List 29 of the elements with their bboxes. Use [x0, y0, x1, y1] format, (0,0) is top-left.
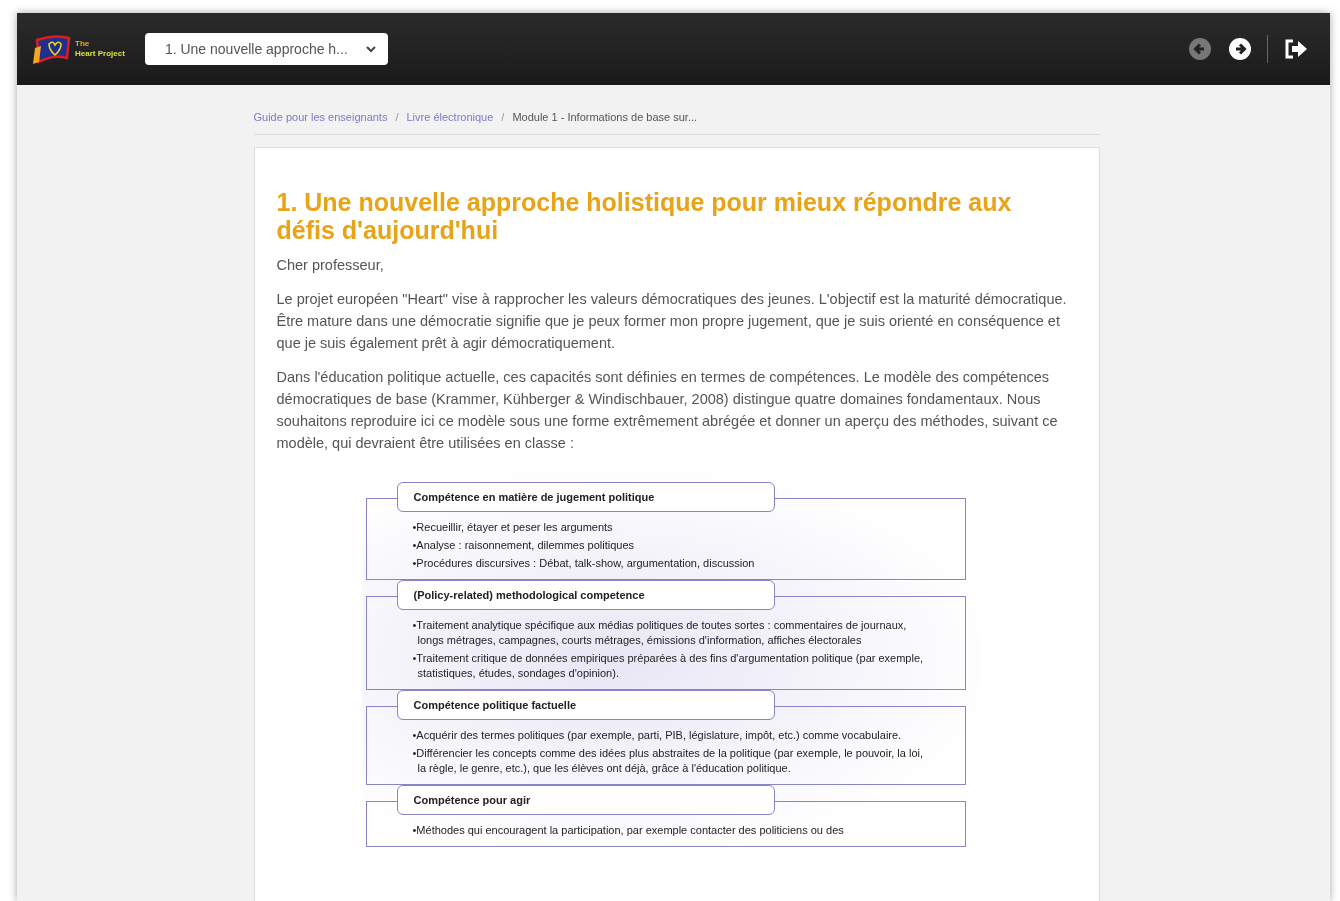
paragraph: Cher professeur, [276, 256, 385, 275]
bullet-item: •Traitement analytique spécifique aux médias politiques de toutes sortes : commentaires de journaux, longs métrages, campagnes, courts métrages, émissions d'information, affiches électorales [412, 618, 908, 648]
breadcrumb-current: Module 1 - Informations de base sur... [512, 111, 698, 123]
competence-heading: Compétence en matière de jugement politique [396, 482, 775, 512]
competence-heading: Compétence politique factuelle [396, 690, 775, 720]
breadcrumb-separator: / [501, 111, 505, 123]
next-button[interactable] [1229, 38, 1251, 60]
paragraph: Dans l'éducation politique actuelle, ces capacités sont définies en termes de compétences. Le modèle des compétences démocratiques de base (Krammer, Kühberger & Windischbauer, 2008) distingue quatre domaines fondamentaux. Nous souhaitons reproduire ici ce modèle sous une forme extrêmement abrégée et donner un aperçu des méthodes, suivant ce modèle, qui devraient être utilisées en classe : [276, 368, 1059, 453]
logo[interactable]: The Heart Project [33, 34, 125, 64]
bullet-item: •Procédures discursives : Débat, talk-show, argumentation, discussion [412, 556, 756, 571]
breadcrumb-link[interactable]: Guide pour les enseignants [253, 111, 388, 123]
exit-button[interactable] [1284, 38, 1308, 60]
logo-text: Heart Project [75, 49, 125, 59]
chevron-down-icon [365, 45, 376, 53]
breadcrumb-link[interactable]: Livre électronique [406, 111, 494, 123]
bullet-item: •Acquérir des termes politiques (par exemple, parti, PIB, législature, impôt, etc.) comme vocabulaire. [412, 728, 903, 743]
flag-logo-icon [33, 34, 73, 64]
logo-text: The [75, 39, 91, 49]
bullet-item: •Méthodes qui encouragent la participation, par exemple contacter des politiciens ou des [412, 823, 845, 838]
bullet-item: •Analyse : raisonnement, dilemmes politiques [412, 538, 635, 553]
bullet-item: •Recueillir, étayer et peser les arguments [412, 520, 614, 535]
bullet-item: •Traitement critique de données empiriques préparées à des fins d'argumentation politique (par exemple, statistiques, études, sondages d'opinion). [412, 651, 925, 681]
bullet-item: •Différencier les concepts comme des idées plus abstraites de la politique (par exemple, le pouvoir, la loi, la règle, le genre, etc.), que les élèves ont déjà, grâce à l'éducation politique. [412, 746, 925, 776]
article-title: 1. Une nouvelle approche holistique pour mieux répondre aux défis d'aujourd'hui [276, 188, 1013, 244]
competence-heading: Compétence pour agir [396, 785, 775, 815]
paragraph: Le projet européen "Heart" vise à rapprocher les valeurs démocratiques des jeunes. L'objectif est la maturité démocratique. Être mature dans une démocratie signifie que je peux former mon propre jugement, que je suis orienté en conséquence et que je suis également prêt à agir démocratiquement. [276, 290, 1068, 353]
competence-heading: (Policy-related) methodological competence [396, 580, 775, 610]
chapter-select[interactable]: 1. Une nouvelle approche h... [144, 33, 388, 65]
breadcrumb-separator: / [395, 111, 399, 123]
